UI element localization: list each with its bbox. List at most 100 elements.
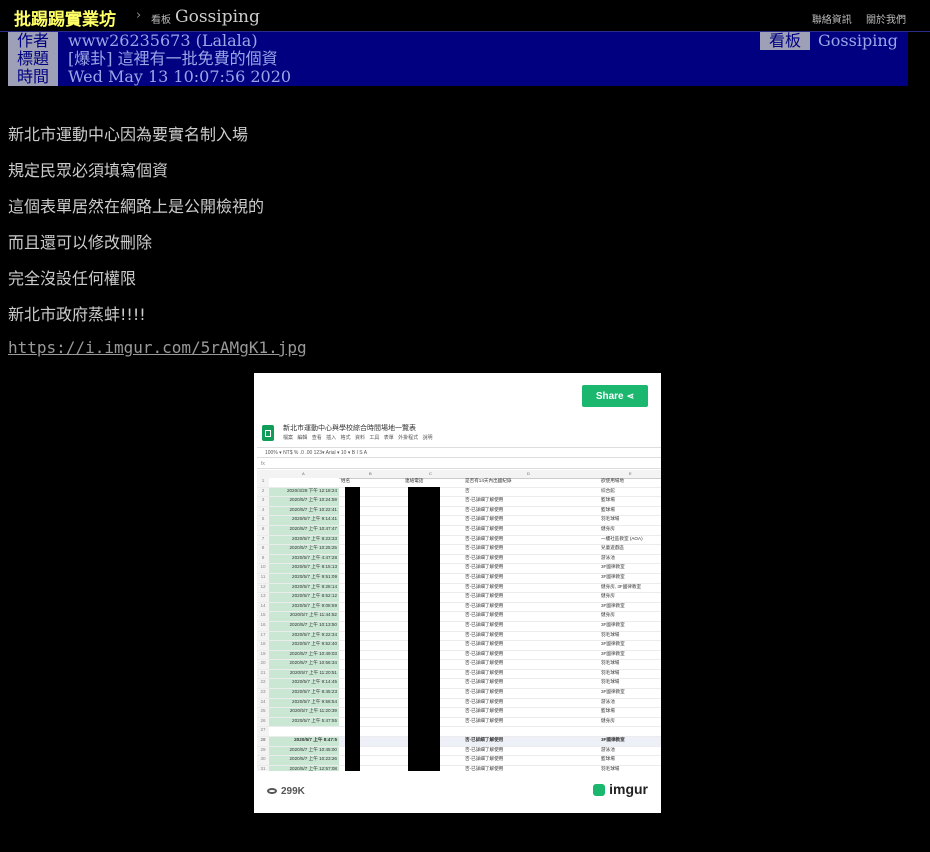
imgur-brand: imgur [609, 781, 648, 797]
table-row: 11 2020/5/7 上午 9:51:09 否-已詳細了解使用 3F國律教室 [257, 573, 661, 584]
header-cell: 是否有14天內出國紀錄 [465, 478, 512, 483]
imgur-logo-icon [593, 784, 606, 797]
table-row: 26 2020/5/7 上午 5:47:55 否-已詳細了解使用 健身房 [257, 717, 661, 728]
table-row: 22 2020/5/7 上午 9:14:45 否-已詳細了解使用 羽毛球場 [257, 679, 661, 690]
travel-cell: 否-已詳細了解使用 [465, 641, 504, 647]
timestamp-cell: 2020/5/7 上午 10:49:03 [269, 650, 339, 660]
timestamp-cell [269, 727, 339, 737]
sheet-title: 新北市運動中心與學校綜合時間場地一覽表 [283, 425, 416, 432]
row-number: 2 [257, 487, 269, 497]
header-cell: 欲使用場地 [601, 478, 624, 483]
timestamp-cell: 2020/4/28 下午 12:18:24 [269, 487, 339, 497]
table-row: 13 2020/5/7 上午 8:52:12 否-已詳細了解使用 健身房 [257, 593, 661, 603]
timestamp-cell: 2020/5/7 上午 9:08:59 [269, 602, 339, 612]
body-line: 完全沒設任何權限 [8, 269, 137, 288]
board-link[interactable]: Gossiping [175, 7, 260, 27]
row-number: 10 [257, 564, 269, 573]
body-line: 這個表單居然在網路上是公開檢視的 [8, 197, 265, 216]
row-number: 11 [257, 573, 269, 583]
time-label: 時間 [8, 68, 58, 86]
timestamp-cell: 2020/5/7 上午 8:15:13 [269, 564, 339, 573]
table-row: 29 2020/5/7 上午 10:45:00 否-已詳細了解使用 游泳池 [257, 746, 661, 757]
venue-cell: 羽毛球場 [601, 679, 620, 685]
row-number: 25 [257, 708, 269, 717]
travel-cell: 否-已詳細了解使用 [465, 756, 504, 762]
timestamp-cell: 2020/5/7 上午 9:14:45 [269, 679, 339, 689]
table-row: 18 2020/5/7 上午 9:52:40 否-已詳細了解使用 3F國律教室 [257, 641, 661, 651]
venue-cell: 健身房 [601, 593, 615, 599]
site-name-link[interactable]: 批踢踢實業坊 [14, 5, 116, 30]
eye-icon [267, 788, 277, 795]
breadcrumb-separator: › [136, 8, 142, 23]
board-label: 看板 [760, 32, 810, 50]
travel-cell: 否-已詳細了解使用 [465, 650, 504, 656]
venue-cell: 羽毛球場 [601, 669, 620, 675]
row-number: 27 [257, 727, 269, 737]
contact-link[interactable]: 聯絡資訊 [812, 15, 852, 26]
view-count: 299K [267, 786, 305, 797]
table-row: 27 [257, 727, 661, 738]
author-label: 作者 [8, 32, 58, 50]
travel-cell: 否-已詳細了解使用 [465, 573, 504, 579]
share-button[interactable]: Share ⋖ [582, 385, 648, 407]
venue-cell: 3F國律教室 [601, 564, 625, 570]
author-value: www26235673 (Lalala) [68, 31, 258, 50]
venue-cell: 一樓社區教室 (AOA) [601, 535, 643, 541]
table-row: 4 2020/5/7 上午 10:22:41 否-已詳細了解使用 籃球場 [257, 506, 661, 517]
venue-cell: 健身房 [601, 525, 615, 531]
venue-cell: 3F國律教室 [601, 650, 625, 656]
row-number: 8 [257, 545, 269, 554]
about-link[interactable]: 關於我們 [866, 15, 906, 26]
timestamp-cell: 2020/5/7 上午 10:13:50 [269, 621, 339, 631]
author-row: 作者 www26235673 (Lalala) 看板 Gossiping [8, 32, 908, 50]
column-header: C [429, 471, 432, 476]
image-link[interactable]: https://i.imgur.com/5rAMgK1.jpg [8, 338, 307, 357]
table-header-row: 1 姓名 連絡電話 是否有14天內出國紀錄 欲使用場地 [257, 478, 661, 488]
table-row: 10 2020/5/7 上午 8:15:13 否-已詳細了解使用 3F國律教室 [257, 564, 661, 574]
top-links: 聯絡資訊 關於我們 [801, 11, 906, 26]
row-number: 22 [257, 679, 269, 689]
row-number: 30 [257, 756, 269, 765]
row-number: 5 [257, 516, 269, 525]
table-row: 30 2020/5/7 上午 10:23:26 否-已詳細了解使用 籃球場 [257, 756, 661, 766]
imgur-embed: Share ⋖ 新北市運動中心與學校綜合時間場地一覽表 檔案 編輯 查看 插入 格… [254, 373, 661, 813]
timestamp-cell: 2020/5/7 上午 8:52:12 [269, 593, 339, 602]
table-row: 8 2020/5/7 上午 10:25:25 否-已詳細了解使用 兒童遊戲區 [257, 545, 661, 555]
travel-cell: 否-已詳細了解使用 [465, 765, 504, 771]
timestamp-cell: 2020/5/7 上午 8:23:33 [269, 535, 339, 545]
table-row: 23 2020/5/7 上午 8:45:23 否-已詳細了解使用 3F國律教室 [257, 689, 661, 699]
redaction-bar-phone [408, 487, 440, 771]
row-number: 3 [257, 497, 269, 506]
table-row: 16 2020/5/7 上午 10:13:50 否-已詳細了解使用 3F國律教室 [257, 621, 661, 632]
body-line: 新北市政府蒸蚌!!!! [8, 305, 146, 324]
redaction-bar-name [345, 487, 360, 771]
row-number: 9 [257, 554, 269, 564]
venue-cell: 籃球場 [601, 708, 615, 714]
imgur-logo[interactable]: imgur [593, 781, 648, 797]
venue-cell: 3F國律教室 [601, 737, 625, 743]
row-number: 13 [257, 593, 269, 602]
header-cell: 姓名 [341, 478, 351, 483]
body-line: 新北市運動中心因為要實名制入場 [8, 125, 249, 144]
table-row: 31 2020/5/7 上午 12:57:08 否-已詳細了解使用 羽毛球場 [257, 765, 661, 771]
body-line: 規定民眾必須填寫個資 [8, 161, 169, 180]
venue-cell: 羽毛球場 [601, 660, 620, 666]
table-row: 14 2020/5/7 上午 9:08:59 否-已詳細了解使用 3F國律教室 [257, 602, 661, 613]
column-header: D [527, 471, 530, 476]
timestamp-cell: 2020/5/7 上午 10:25:25 [269, 545, 339, 554]
travel-cell: 否-已詳細了解使用 [465, 746, 504, 752]
share-icon: ⋖ [626, 391, 635, 401]
spreadsheet-image[interactable]: 新北市運動中心與學校綜合時間場地一覽表 檔案 編輯 查看 插入 格式 資料 工具… [257, 423, 661, 771]
travel-cell: 否-已詳細了解使用 [465, 525, 504, 531]
share-label: Share [595, 391, 624, 402]
venue-cell: 籃球場 [601, 506, 615, 512]
timestamp-cell: 2020/5/7 上午 8:28:14 [269, 583, 339, 593]
timestamp-cell: 2020/5/7 上午 12:57:08 [269, 765, 339, 771]
venue-cell: 籃球場 [601, 756, 615, 762]
table-row: 28 2020/5/7 上午 8:47:5 否-已詳細了解使用 3F國律教室 [257, 737, 661, 747]
table-row: 7 2020/5/7 上午 8:23:33 否-已詳細了解使用 一樓社區教室 (AOA… [257, 535, 661, 546]
timestamp-cell: 2020/5/7 上午 10:56:34 [269, 660, 339, 669]
row-number: 23 [257, 689, 269, 698]
table-row: 19 2020/5/7 上午 10:49:03 否-已詳細了解使用 3F國律教室 [257, 650, 661, 661]
timestamp-cell: 2020/5/7 上午 10:47:47 [269, 525, 339, 535]
